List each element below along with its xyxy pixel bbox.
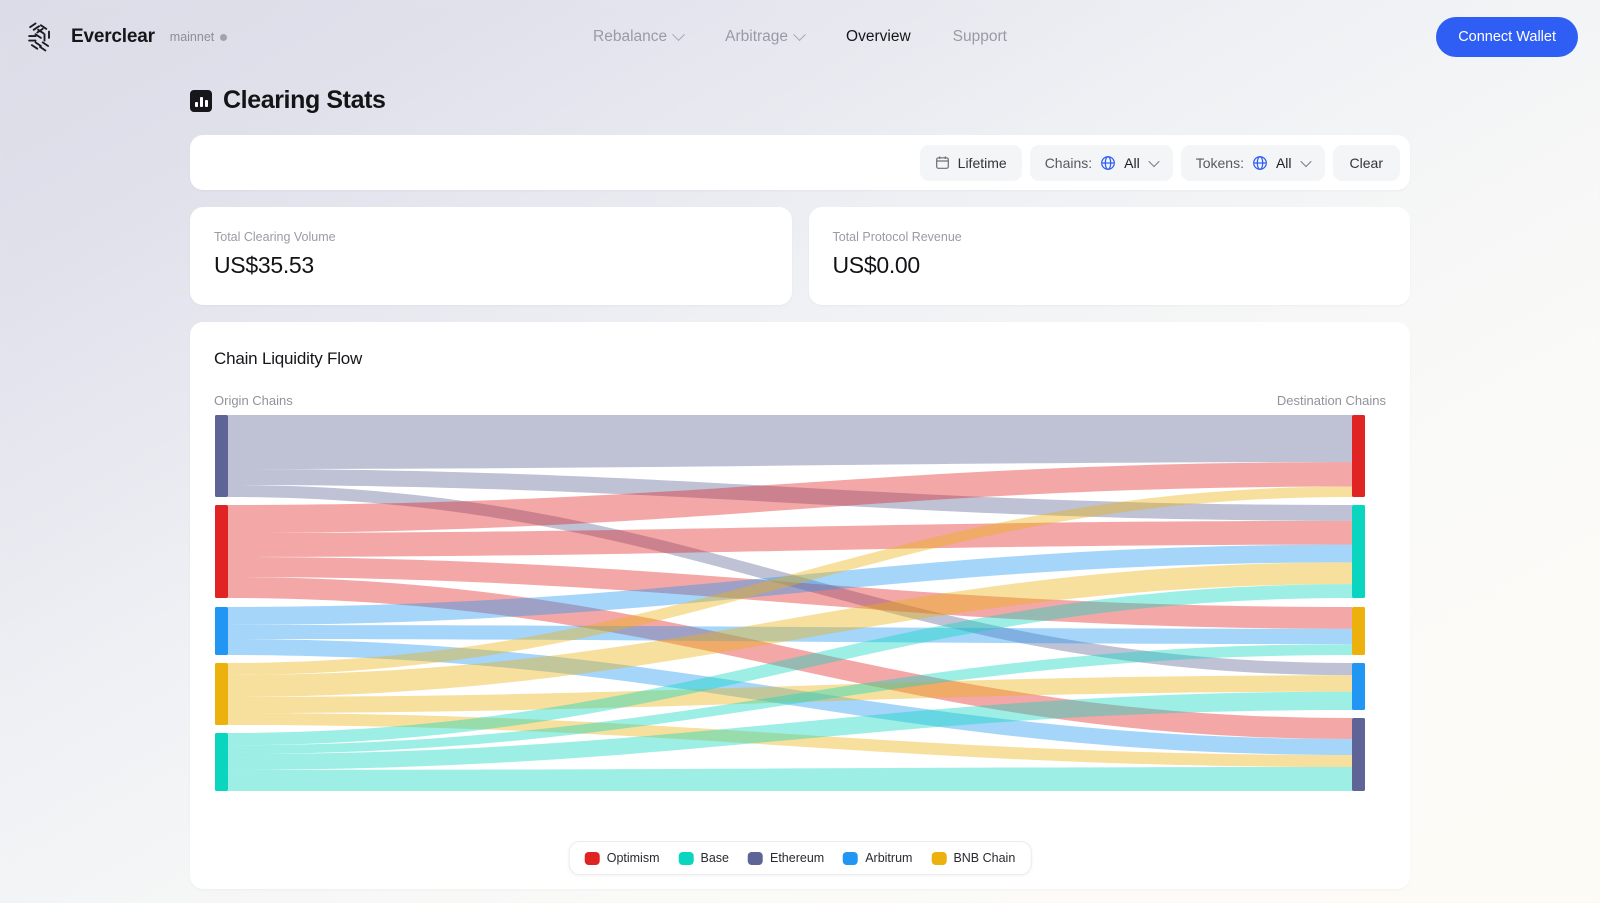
brand-name: Everclear <box>71 26 155 48</box>
tokens-filter-dropdown[interactable]: Tokens: All <box>1181 145 1325 181</box>
chevron-down-icon <box>1148 155 1159 166</box>
stat-label: Total Clearing Volume <box>214 230 768 244</box>
top-navigation-bar: Everclear mainnet Rebalance Arbitrage Ov… <box>0 0 1600 74</box>
stat-value: US$0.00 <box>833 252 1387 279</box>
sankey-node-destination-ethereum[interactable] <box>1352 718 1365 791</box>
destination-chains-label: Destination Chains <box>1277 393 1386 408</box>
sankey-node-destination-bnb-chain[interactable] <box>1352 607 1365 655</box>
page-title-text: Clearing Stats <box>223 86 386 115</box>
nav-label: Rebalance <box>593 28 667 46</box>
chains-filter-label: Chains: <box>1045 155 1092 171</box>
sankey-node-destination-base[interactable] <box>1352 505 1365 598</box>
sankey-node-origin-arbitrum[interactable] <box>215 607 228 655</box>
sankey-node-origin-optimism[interactable] <box>215 505 228 598</box>
legend-swatch <box>679 852 694 865</box>
legend-item-arbitrum: Arbitrum <box>843 851 912 865</box>
legend-swatch <box>585 852 600 865</box>
nav-label: Overview <box>846 28 911 46</box>
sankey-node-destination-optimism[interactable] <box>1352 415 1365 497</box>
sankey-node-origin-ethereum[interactable] <box>215 415 228 497</box>
legend-item-ethereum: Ethereum <box>748 851 824 865</box>
nav-item-overview[interactable]: Overview <box>846 28 911 46</box>
sankey-axis-labels: Origin Chains Destination Chains <box>214 393 1386 408</box>
globe-icon <box>1100 155 1116 171</box>
bar-chart-icon <box>190 90 212 112</box>
chains-filter-value: All <box>1124 155 1140 171</box>
stat-value: US$35.53 <box>214 252 768 279</box>
sankey-diagram <box>214 415 1386 805</box>
filter-bar: Lifetime Chains: All Tokens: All Clear <box>190 135 1410 190</box>
sankey-chart-svg <box>214 415 1366 805</box>
sankey-link[interactable] <box>228 767 1352 791</box>
main-nav-links: Rebalance Arbitrage Overview Support <box>593 28 1007 46</box>
legend-label: Arbitrum <box>865 851 912 865</box>
legend-swatch <box>843 852 858 865</box>
calendar-icon <box>935 155 950 170</box>
legend-label: Ethereum <box>770 851 824 865</box>
chevron-down-icon <box>672 28 685 41</box>
connect-wallet-button[interactable]: Connect Wallet <box>1436 17 1578 57</box>
nav-label: Support <box>953 28 1007 46</box>
sankey-node-origin-base[interactable] <box>215 733 228 791</box>
date-range-filter-button[interactable]: Lifetime <box>920 145 1022 181</box>
stat-label: Total Protocol Revenue <box>833 230 1387 244</box>
chains-filter-dropdown[interactable]: Chains: All <box>1030 145 1173 181</box>
chain-liquidity-flow-card: Chain Liquidity Flow Origin Chains Desti… <box>190 322 1410 889</box>
clear-filters-button[interactable]: Clear <box>1333 145 1400 181</box>
sankey-node-destination-arbitrum[interactable] <box>1352 663 1365 710</box>
chart-legend: Optimism Base Ethereum Arbitrum BNB Chai… <box>569 841 1032 875</box>
date-range-label: Lifetime <box>958 155 1007 171</box>
network-badge: mainnet <box>170 30 227 44</box>
stat-card-total-protocol-revenue: Total Protocol Revenue US$0.00 <box>809 207 1411 305</box>
network-status-dot-icon <box>220 34 227 41</box>
nav-item-rebalance[interactable]: Rebalance <box>593 28 683 46</box>
legend-label: Base <box>701 851 730 865</box>
legend-item-bnb-chain: BNB Chain <box>931 851 1015 865</box>
nav-item-support[interactable]: Support <box>953 28 1007 46</box>
legend-label: Optimism <box>607 851 660 865</box>
legend-swatch <box>748 852 763 865</box>
network-name: mainnet <box>170 30 214 44</box>
nav-label: Arbitrage <box>725 28 788 46</box>
sankey-link[interactable] <box>228 415 1352 469</box>
chart-title: Chain Liquidity Flow <box>214 349 1386 369</box>
tokens-filter-label: Tokens: <box>1196 155 1244 171</box>
legend-swatch <box>931 852 946 865</box>
legend-label: BNB Chain <box>953 851 1015 865</box>
brand-logo-group[interactable]: Everclear mainnet <box>22 19 227 55</box>
summary-stats-row: Total Clearing Volume US$35.53 Total Pro… <box>190 207 1410 305</box>
origin-chains-label: Origin Chains <box>214 393 293 408</box>
legend-item-optimism: Optimism <box>585 851 660 865</box>
nav-item-arbitrage[interactable]: Arbitrage <box>725 28 804 46</box>
everclear-snowflake-logo-icon <box>22 19 58 55</box>
legend-item-base: Base <box>679 851 730 865</box>
chevron-down-icon <box>1300 155 1311 166</box>
page-title: Clearing Stats <box>190 86 1410 115</box>
chevron-down-icon <box>793 28 806 41</box>
stat-card-total-clearing-volume: Total Clearing Volume US$35.53 <box>190 207 792 305</box>
sankey-node-origin-bnb-chain[interactable] <box>215 663 228 725</box>
page-content: Clearing Stats Lifetime Chains: All Toke… <box>0 86 1600 903</box>
globe-icon <box>1252 155 1268 171</box>
tokens-filter-value: All <box>1276 155 1292 171</box>
